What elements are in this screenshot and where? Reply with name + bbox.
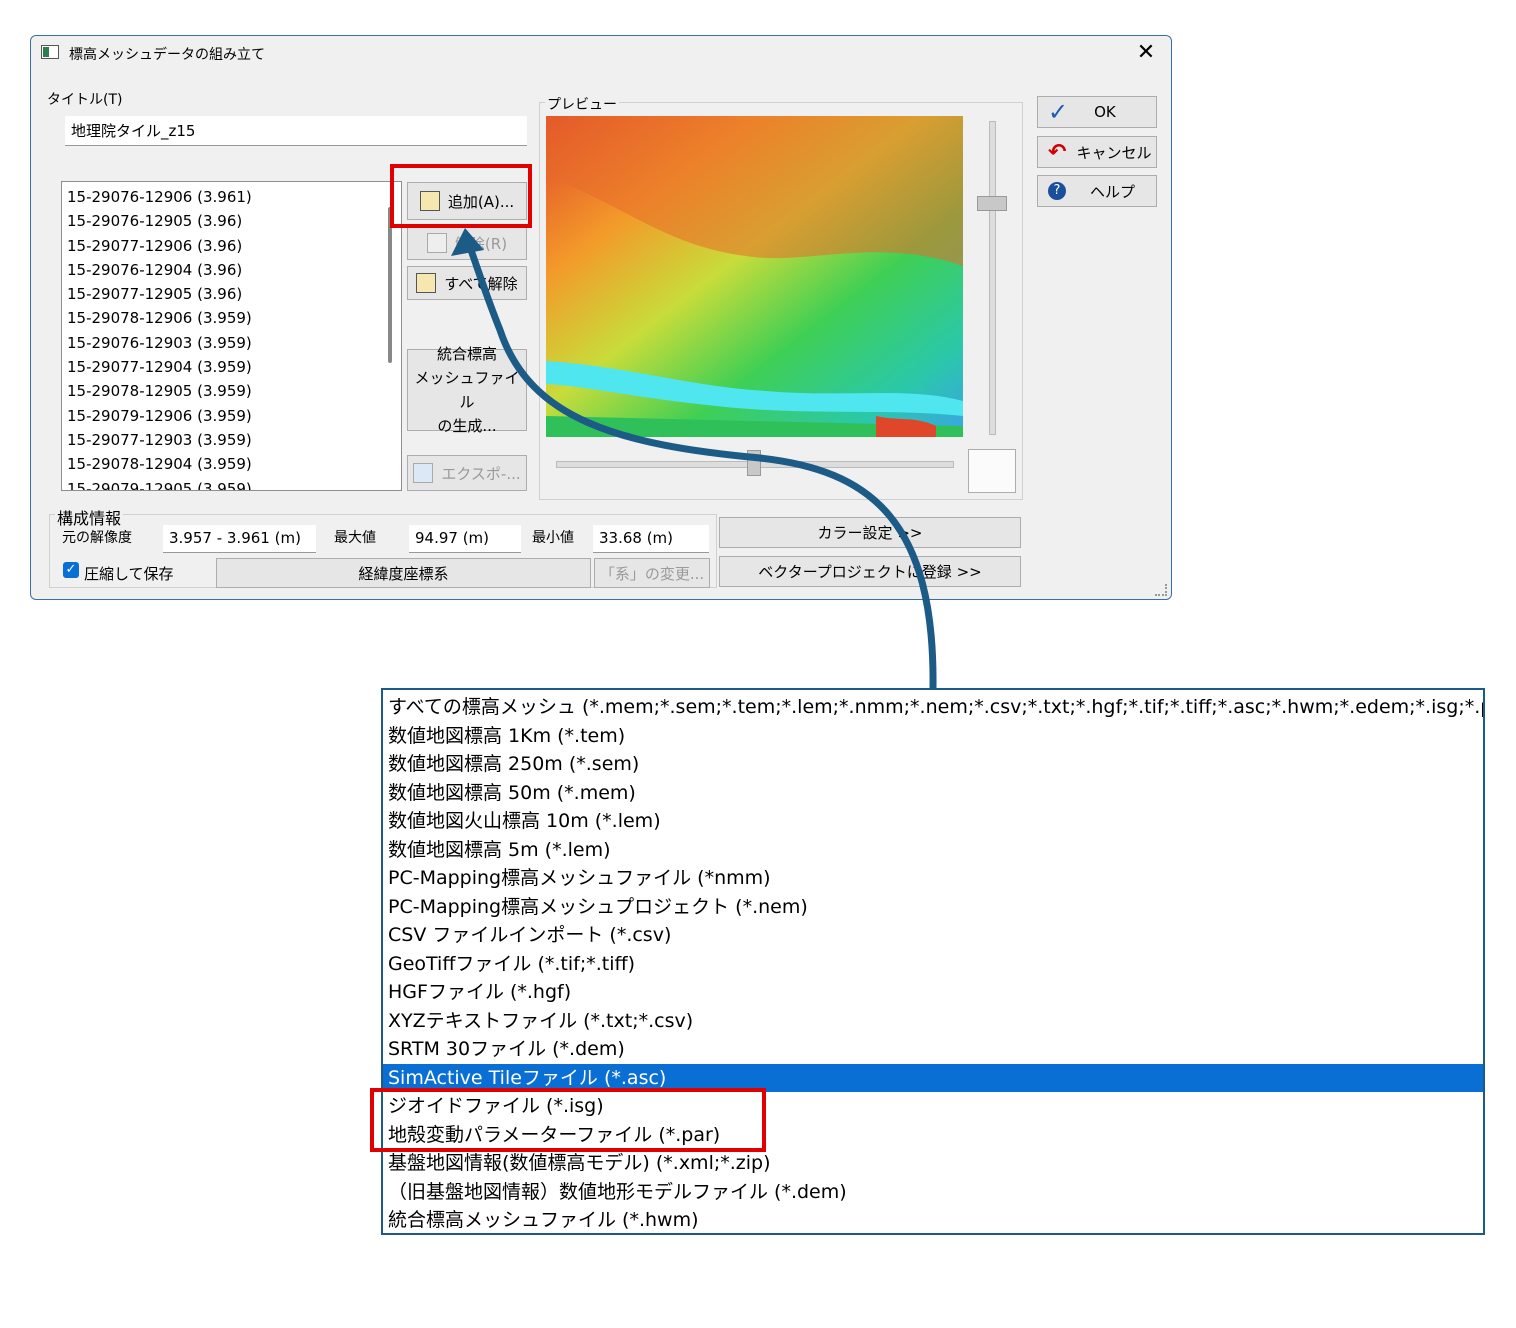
file-type-option[interactable]: 基盤地図情報(数値標高モデル) (*.xml;*.zip) xyxy=(383,1149,1483,1178)
file-type-option[interactable]: ジオイドファイル (*.isg) xyxy=(383,1092,1483,1121)
file-type-option[interactable]: SimActive Tileファイル (*.asc) xyxy=(383,1063,1483,1092)
file-type-option[interactable]: 数値地図標高 50m (*.mem) xyxy=(383,779,1483,808)
file-type-option[interactable]: CSV ファイルインポート (*.csv) xyxy=(383,921,1483,950)
file-type-option[interactable]: HGFファイル (*.hgf) xyxy=(383,978,1483,1007)
file-type-option[interactable]: 数値地図標高 1Km (*.tem) xyxy=(383,722,1483,751)
file-type-option[interactable]: すべての標高メッシュ (*.mem;*.sem;*.tem;*.lem;*.nm… xyxy=(383,693,1483,722)
file-type-option[interactable]: 数値地図標高 250m (*.sem) xyxy=(383,750,1483,779)
file-type-option[interactable]: SRTM 30ファイル (*.dem) xyxy=(383,1035,1483,1064)
file-type-list[interactable]: すべての標高メッシュ (*.mem;*.sem;*.tem;*.lem;*.nm… xyxy=(381,688,1485,1235)
file-type-option[interactable]: （旧基盤地図情報）数値地形モデルファイル (*.dem) xyxy=(383,1178,1483,1207)
file-type-option[interactable]: XYZテキストファイル (*.txt;*.csv) xyxy=(383,1007,1483,1036)
file-type-option[interactable]: 数値地図火山標高 10m (*.lem) xyxy=(383,807,1483,836)
file-type-option[interactable]: 地殻変動パラメーターファイル (*.par) xyxy=(383,1121,1483,1150)
file-type-option[interactable]: PC-Mapping標高メッシュプロジェクト (*.nem) xyxy=(383,893,1483,922)
file-type-option[interactable]: 数値地図標高 5m (*.lem) xyxy=(383,836,1483,865)
file-type-option[interactable]: PC-Mapping標高メッシュファイル (*nmm) xyxy=(383,864,1483,893)
file-type-option[interactable]: 統合標高メッシュファイル (*.hwm) xyxy=(383,1206,1483,1233)
file-type-option[interactable]: GeoTiffファイル (*.tif;*.tiff) xyxy=(383,950,1483,979)
